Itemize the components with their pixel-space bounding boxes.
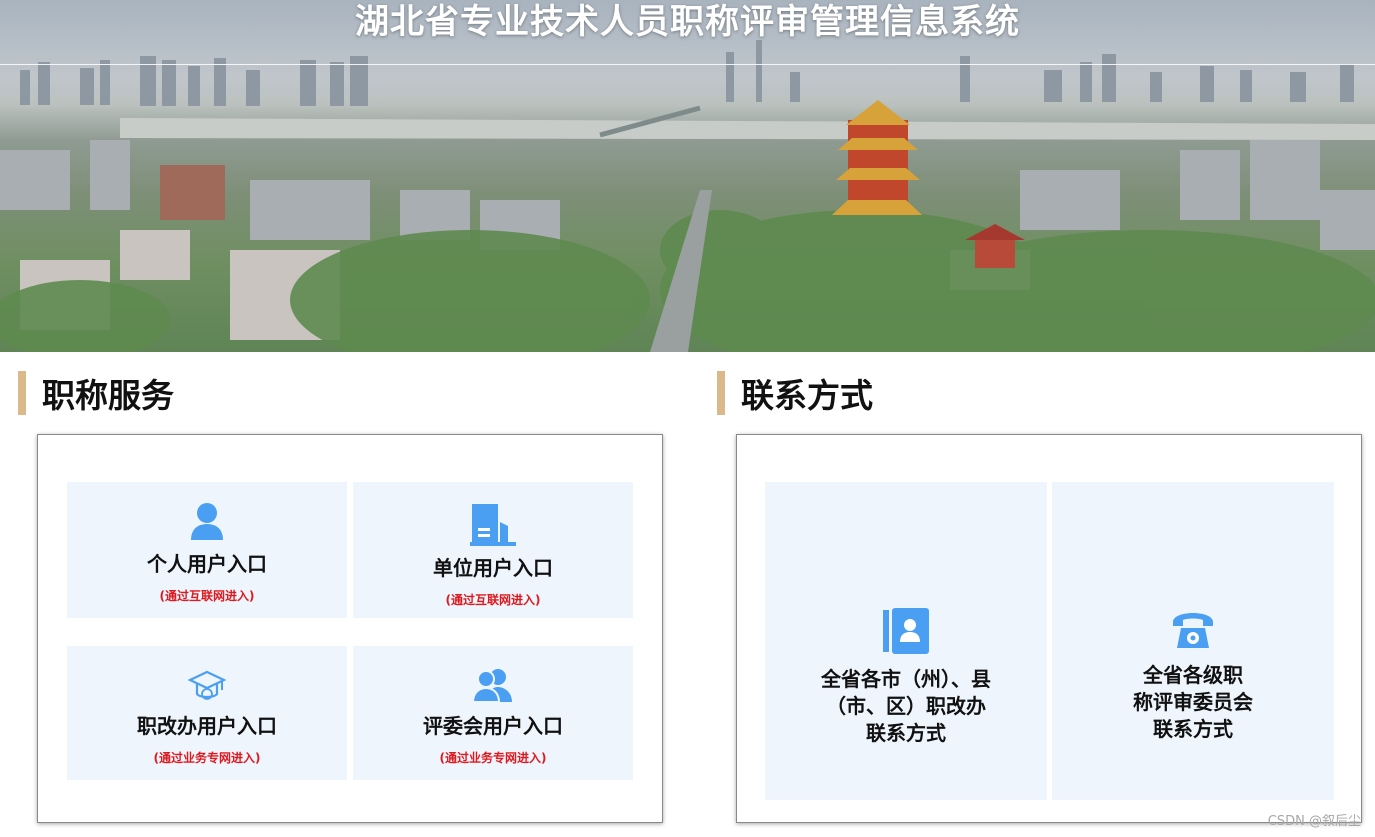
title-office-user-label: 职改办用户入口 xyxy=(137,714,277,738)
header-divider xyxy=(0,64,1375,65)
person-icon xyxy=(189,502,225,542)
contact-heading: 联系方式 xyxy=(717,371,873,415)
title-office-user-entry[interactable]: 职改办用户入口 (通过业务专网进入) xyxy=(67,646,347,780)
users-icon xyxy=(472,668,514,704)
city-county-office-contact[interactable]: 全省各市（州）、县 （市、区）职改办 联系方式 xyxy=(765,482,1047,800)
title-office-user-note: (通过业务专网进入) xyxy=(153,751,261,765)
services-heading: 职称服务 xyxy=(18,371,174,415)
city-county-office-label: 全省各市（州）、县 （市、区）职改办 联系方式 xyxy=(821,667,991,745)
review-committee-label: 全省各级职 称评审委员会 联系方式 xyxy=(1133,663,1253,741)
watermark-text: CSDN @叙后尘 xyxy=(1267,814,1361,829)
hero-banner: 湖北省专业技术人员职称评审管理信息系统 xyxy=(0,0,1375,352)
heading-accent-bar xyxy=(717,371,725,415)
personal-user-note: (通过互联网进入) xyxy=(159,589,255,603)
address-book-icon xyxy=(883,608,929,654)
committee-user-note: (通过业务专网进入) xyxy=(439,751,547,765)
services-title: 职称服务 xyxy=(42,376,174,415)
graduation-cap-icon xyxy=(188,668,226,704)
contact-panel: 全省各市（州）、县 （市、区）职改办 联系方式 全省各级职 称评审委员会 联系方… xyxy=(736,434,1362,823)
building-icon xyxy=(470,502,516,546)
heading-accent-bar xyxy=(18,371,26,415)
organization-user-note: (通过互联网进入) xyxy=(445,593,541,607)
services-panel: 个人用户入口 (通过互联网进入) 单位用户入口 (通过互联网进入) 职改办用户入… xyxy=(37,434,663,823)
telephone-icon xyxy=(1171,608,1215,650)
city-skyline-image xyxy=(0,0,1375,352)
committee-user-label: 评委会用户入口 xyxy=(423,714,563,738)
organization-user-label: 单位用户入口 xyxy=(433,556,553,580)
personal-user-label: 个人用户入口 xyxy=(147,552,267,576)
personal-user-entry[interactable]: 个人用户入口 (通过互联网进入) xyxy=(67,482,347,618)
review-committee-contact[interactable]: 全省各级职 称评审委员会 联系方式 xyxy=(1052,482,1334,800)
page-title: 湖北省专业技术人员职称评审管理信息系统 xyxy=(355,2,1020,42)
committee-user-entry[interactable]: 评委会用户入口 (通过业务专网进入) xyxy=(353,646,633,780)
organization-user-entry[interactable]: 单位用户入口 (通过互联网进入) xyxy=(353,482,633,618)
contact-title: 联系方式 xyxy=(741,376,873,415)
